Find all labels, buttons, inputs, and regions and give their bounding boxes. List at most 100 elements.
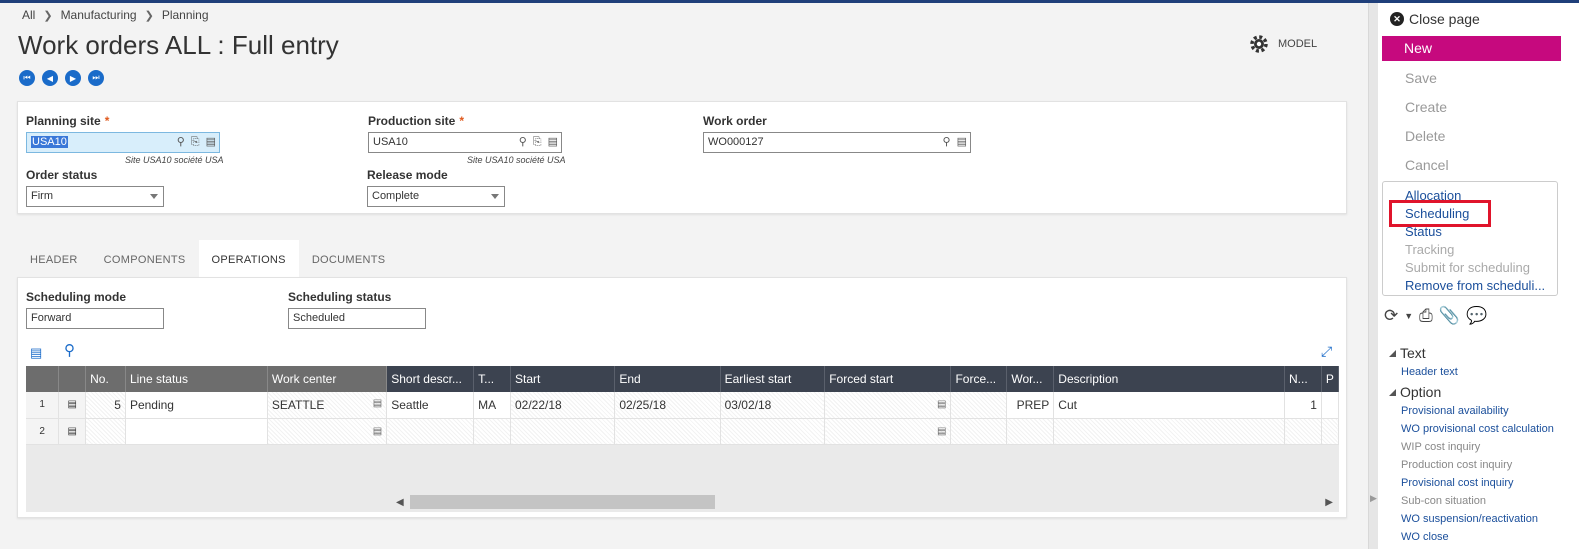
next-record-icon[interactable]: ▶ (65, 70, 81, 86)
production-site-input[interactable]: USA10 ⚲ ⎘ ▤ (368, 132, 562, 153)
tab-header[interactable]: HEADER (17, 240, 91, 280)
refresh-icon[interactable]: ⟳ (1384, 306, 1398, 326)
text-section-title[interactable]: Text (1389, 345, 1426, 361)
cell-work[interactable]: PREP (1006, 392, 1055, 419)
provisional-availability-link[interactable]: Provisional availability (1401, 405, 1509, 417)
cell-p[interactable] (1321, 392, 1339, 419)
release-mode-select[interactable]: Complete (367, 186, 505, 207)
cell-work[interactable] (1006, 418, 1055, 445)
col-no[interactable]: No. (85, 366, 126, 392)
breadcrumb-all[interactable]: All (22, 8, 35, 22)
cell-end[interactable] (614, 418, 721, 445)
order-status-select[interactable]: Firm (26, 186, 164, 207)
cell-forced-end[interactable] (950, 418, 1008, 445)
search-icon[interactable]: ⚲ (519, 135, 527, 149)
breadcrumb-manufacturing[interactable]: Manufacturing (61, 8, 137, 22)
cell-description[interactable]: Cut (1053, 392, 1286, 419)
wip-cost-inquiry-link[interactable]: WIP cost inquiry (1401, 441, 1480, 453)
cell-line-status[interactable] (125, 418, 268, 445)
panel-splitter[interactable]: ▶ (1368, 3, 1378, 549)
option-section-title[interactable]: Option (1389, 384, 1441, 400)
search-icon[interactable]: ⚲ (64, 343, 75, 358)
grid-horizontal-scrollbar[interactable]: ◀ ▶ (390, 493, 1339, 511)
attachment-icon[interactable]: 📎 (1439, 306, 1460, 326)
row-menu-icon[interactable]: ▤ (58, 392, 87, 419)
new-button[interactable]: New (1382, 36, 1561, 61)
zoom-link-icon[interactable]: ⎘ (191, 135, 200, 149)
delete-button[interactable]: Delete (1405, 128, 1445, 144)
row-menu-icon[interactable]: ▤ (58, 418, 87, 445)
cell-t[interactable] (473, 418, 511, 445)
col-short-descr[interactable]: Short descr... (386, 366, 475, 392)
close-page-button[interactable]: ✕ Close page (1390, 11, 1480, 27)
cell-start[interactable] (510, 418, 616, 445)
search-icon[interactable]: ⚲ (177, 135, 185, 149)
wo-suspension-reactivation-link[interactable]: WO suspension/reactivation (1401, 513, 1538, 525)
cell-p[interactable] (1321, 418, 1339, 445)
cell-work-center[interactable]: SEATTLE ▤ (267, 392, 388, 419)
col-end[interactable]: End (614, 366, 721, 392)
col-p[interactable]: P (1321, 366, 1339, 392)
cell-n[interactable]: 1 (1284, 392, 1322, 419)
planning-site-input[interactable]: USA10 ⚲ ⎘ ▤ (26, 132, 220, 153)
selection-list-icon[interactable]: ▤ (373, 426, 382, 437)
col-t[interactable]: T... (473, 366, 511, 392)
breadcrumb-planning[interactable]: Planning (162, 8, 209, 22)
tab-documents[interactable]: DOCUMENTS (299, 240, 399, 280)
last-record-icon[interactable]: ⏭ (88, 70, 104, 86)
col-start[interactable]: Start (510, 366, 616, 392)
cell-line-status[interactable]: Pending (125, 392, 268, 419)
scheduling-status-field[interactable]: Scheduled (288, 308, 426, 329)
selection-list-icon[interactable]: ▤ (937, 399, 946, 410)
tab-components[interactable]: COMPONENTS (91, 240, 199, 280)
wo-provisional-cost-calculation-link[interactable]: WO provisional cost calculation (1401, 423, 1554, 435)
col-forced-start[interactable]: Forced start (824, 366, 952, 392)
collapse-arrow-icon[interactable]: ▶ (1370, 493, 1377, 504)
cell-forced-start[interactable]: ▤ (824, 418, 952, 445)
cell-earliest-start[interactable]: 03/02/18 (720, 392, 826, 419)
selection-list-icon[interactable]: ▤ (548, 135, 558, 149)
cell-n[interactable] (1284, 418, 1322, 445)
production-cost-inquiry-link[interactable]: Production cost inquiry (1401, 459, 1512, 471)
cancel-button[interactable]: Cancel (1405, 157, 1449, 173)
table-row[interactable]: 2 ▤ ▤ ▤ (26, 418, 1339, 445)
cell-start[interactable]: 02/22/18 (510, 392, 616, 419)
sub-con-situation-link[interactable]: Sub-con situation (1401, 495, 1486, 507)
cell-no[interactable]: 5 (85, 392, 126, 419)
scroll-right-icon[interactable]: ▶ (1325, 497, 1333, 508)
selection-list-icon[interactable]: ▤ (937, 426, 946, 437)
table-row[interactable]: 1 ▤ 5 Pending SEATTLE ▤ Seattle MA 02/22/… (26, 392, 1339, 419)
scroll-left-icon[interactable]: ◀ (396, 497, 404, 508)
wo-close-link[interactable]: WO close (1401, 531, 1449, 543)
remove-from-scheduling-link[interactable]: Remove from scheduli... (1405, 278, 1545, 293)
search-icon[interactable]: ⚲ (943, 135, 951, 149)
cell-short-descr[interactable]: Seattle (386, 392, 475, 419)
col-earliest-start[interactable]: Earliest start (720, 366, 826, 392)
expand-icon[interactable]: ⤢ (1321, 344, 1332, 358)
scheduling-mode-field[interactable]: Forward (26, 308, 164, 329)
tab-operations[interactable]: OPERATIONS (198, 240, 299, 280)
comment-icon[interactable]: 💬 (1466, 306, 1487, 326)
first-record-icon[interactable]: ⏮ (19, 70, 35, 86)
cell-short-descr[interactable] (386, 418, 475, 445)
selection-list-icon[interactable]: ▤ (206, 135, 216, 149)
print-icon[interactable]: ⎙ (1419, 306, 1433, 326)
cell-forced-end[interactable] (950, 392, 1008, 419)
create-button[interactable]: Create (1405, 99, 1447, 115)
previous-record-icon[interactable]: ◀ (42, 70, 58, 86)
col-n[interactable]: N... (1284, 366, 1322, 392)
selection-list-icon[interactable]: ▤ (373, 398, 382, 409)
col-forced-end[interactable]: Force... (950, 366, 1008, 392)
model-button[interactable]: MODEL (1248, 33, 1317, 55)
cell-work-center[interactable]: ▤ (267, 418, 388, 445)
scroll-thumb[interactable] (410, 495, 715, 509)
cell-end[interactable]: 02/25/18 (614, 392, 721, 419)
save-button[interactable]: Save (1405, 70, 1437, 86)
col-work[interactable]: Wor... (1006, 366, 1055, 392)
cell-t[interactable]: MA (473, 392, 511, 419)
work-order-input[interactable]: WO000127 ⚲ ▤ (703, 132, 971, 153)
grid-options-icon[interactable]: ▤ (30, 346, 42, 360)
tracking-link[interactable]: Tracking (1405, 242, 1454, 257)
col-line-status[interactable]: Line status (125, 366, 268, 392)
zoom-link-icon[interactable]: ⎘ (533, 135, 542, 149)
